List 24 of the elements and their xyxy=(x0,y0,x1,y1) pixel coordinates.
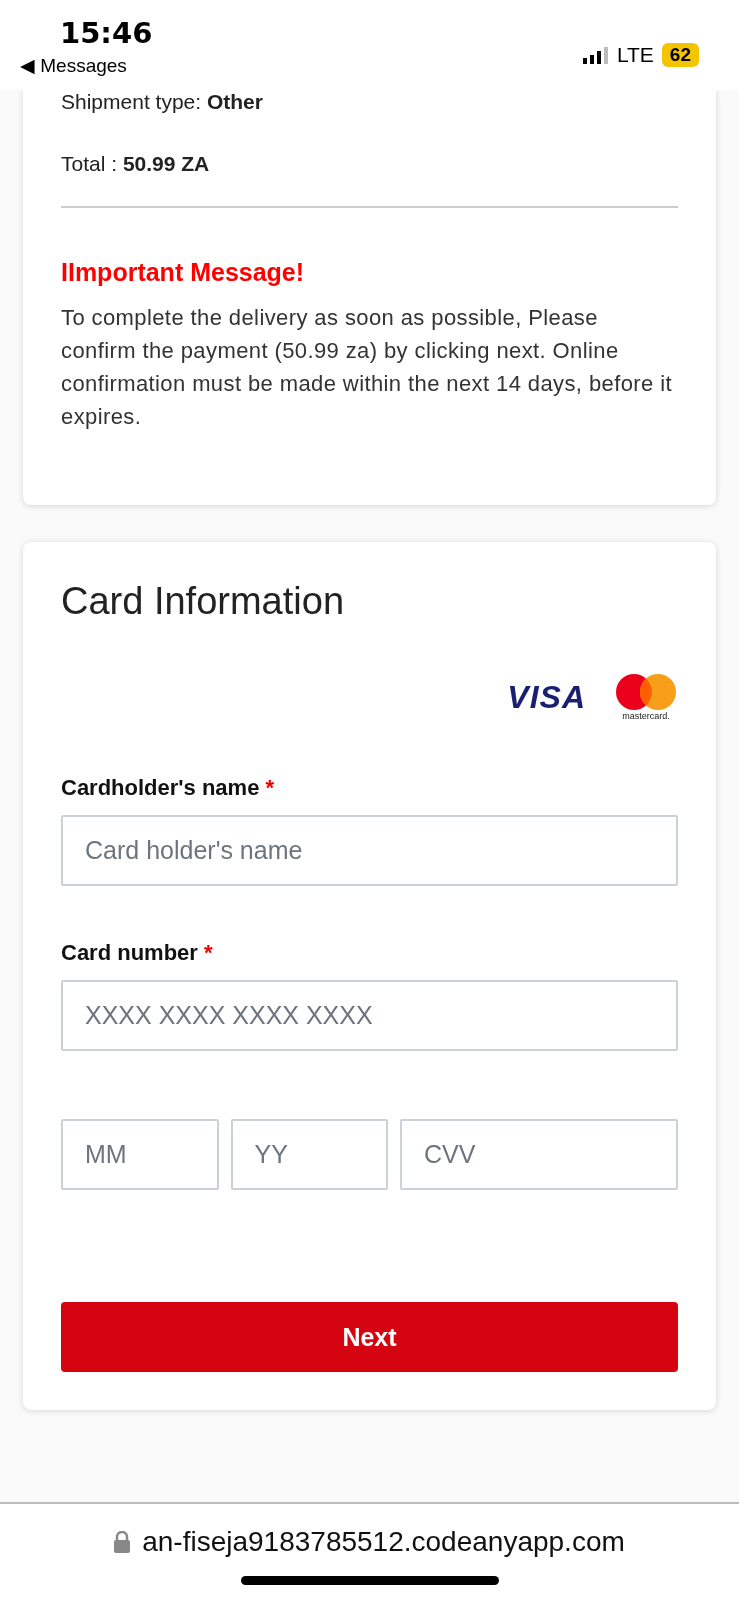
field-label: Card number xyxy=(61,940,198,966)
network-type: LTE xyxy=(616,43,654,67)
order-total: Total : 50.99 ZA xyxy=(61,152,211,176)
back-to-messages-link[interactable]: ◀ Messages xyxy=(20,54,153,77)
text-input[interactable]: MM xyxy=(61,1119,219,1190)
next-button[interactable]: Next xyxy=(61,1302,678,1372)
clock-time: 15:46 xyxy=(60,16,153,50)
url-text[interactable]: an-fiseja9183785512.codeanyapp.com xyxy=(142,1526,625,1558)
required-mark: * xyxy=(265,775,274,801)
notice-text: To complete the delivery as soon as possible, Please confirm the payment (50.99 za) by clicking next. Online confirmation must be made within the next 14 days, before it expires. xyxy=(61,304,673,431)
notice-title: IImportant Message! xyxy=(61,258,306,287)
shipment-type: Shipment type: Other xyxy=(61,90,264,114)
text-input[interactable]: YY xyxy=(230,1119,389,1190)
text-input[interactable]: CVV xyxy=(400,1119,678,1190)
field-label: Cardholder's name xyxy=(61,775,260,801)
required-mark: * xyxy=(203,940,213,966)
battery-level: 62 xyxy=(661,43,699,67)
visa-logo: VISA xyxy=(507,678,586,716)
text-input[interactable]: Card holder's name xyxy=(61,815,678,886)
signal-icon xyxy=(582,46,609,64)
form-title: Card Information xyxy=(61,580,345,623)
text-input[interactable]: XXXX XXXX XXXX XXXX xyxy=(61,980,678,1051)
lock-icon xyxy=(114,1531,131,1553)
mastercard-logo: mastercard. xyxy=(614,673,678,721)
